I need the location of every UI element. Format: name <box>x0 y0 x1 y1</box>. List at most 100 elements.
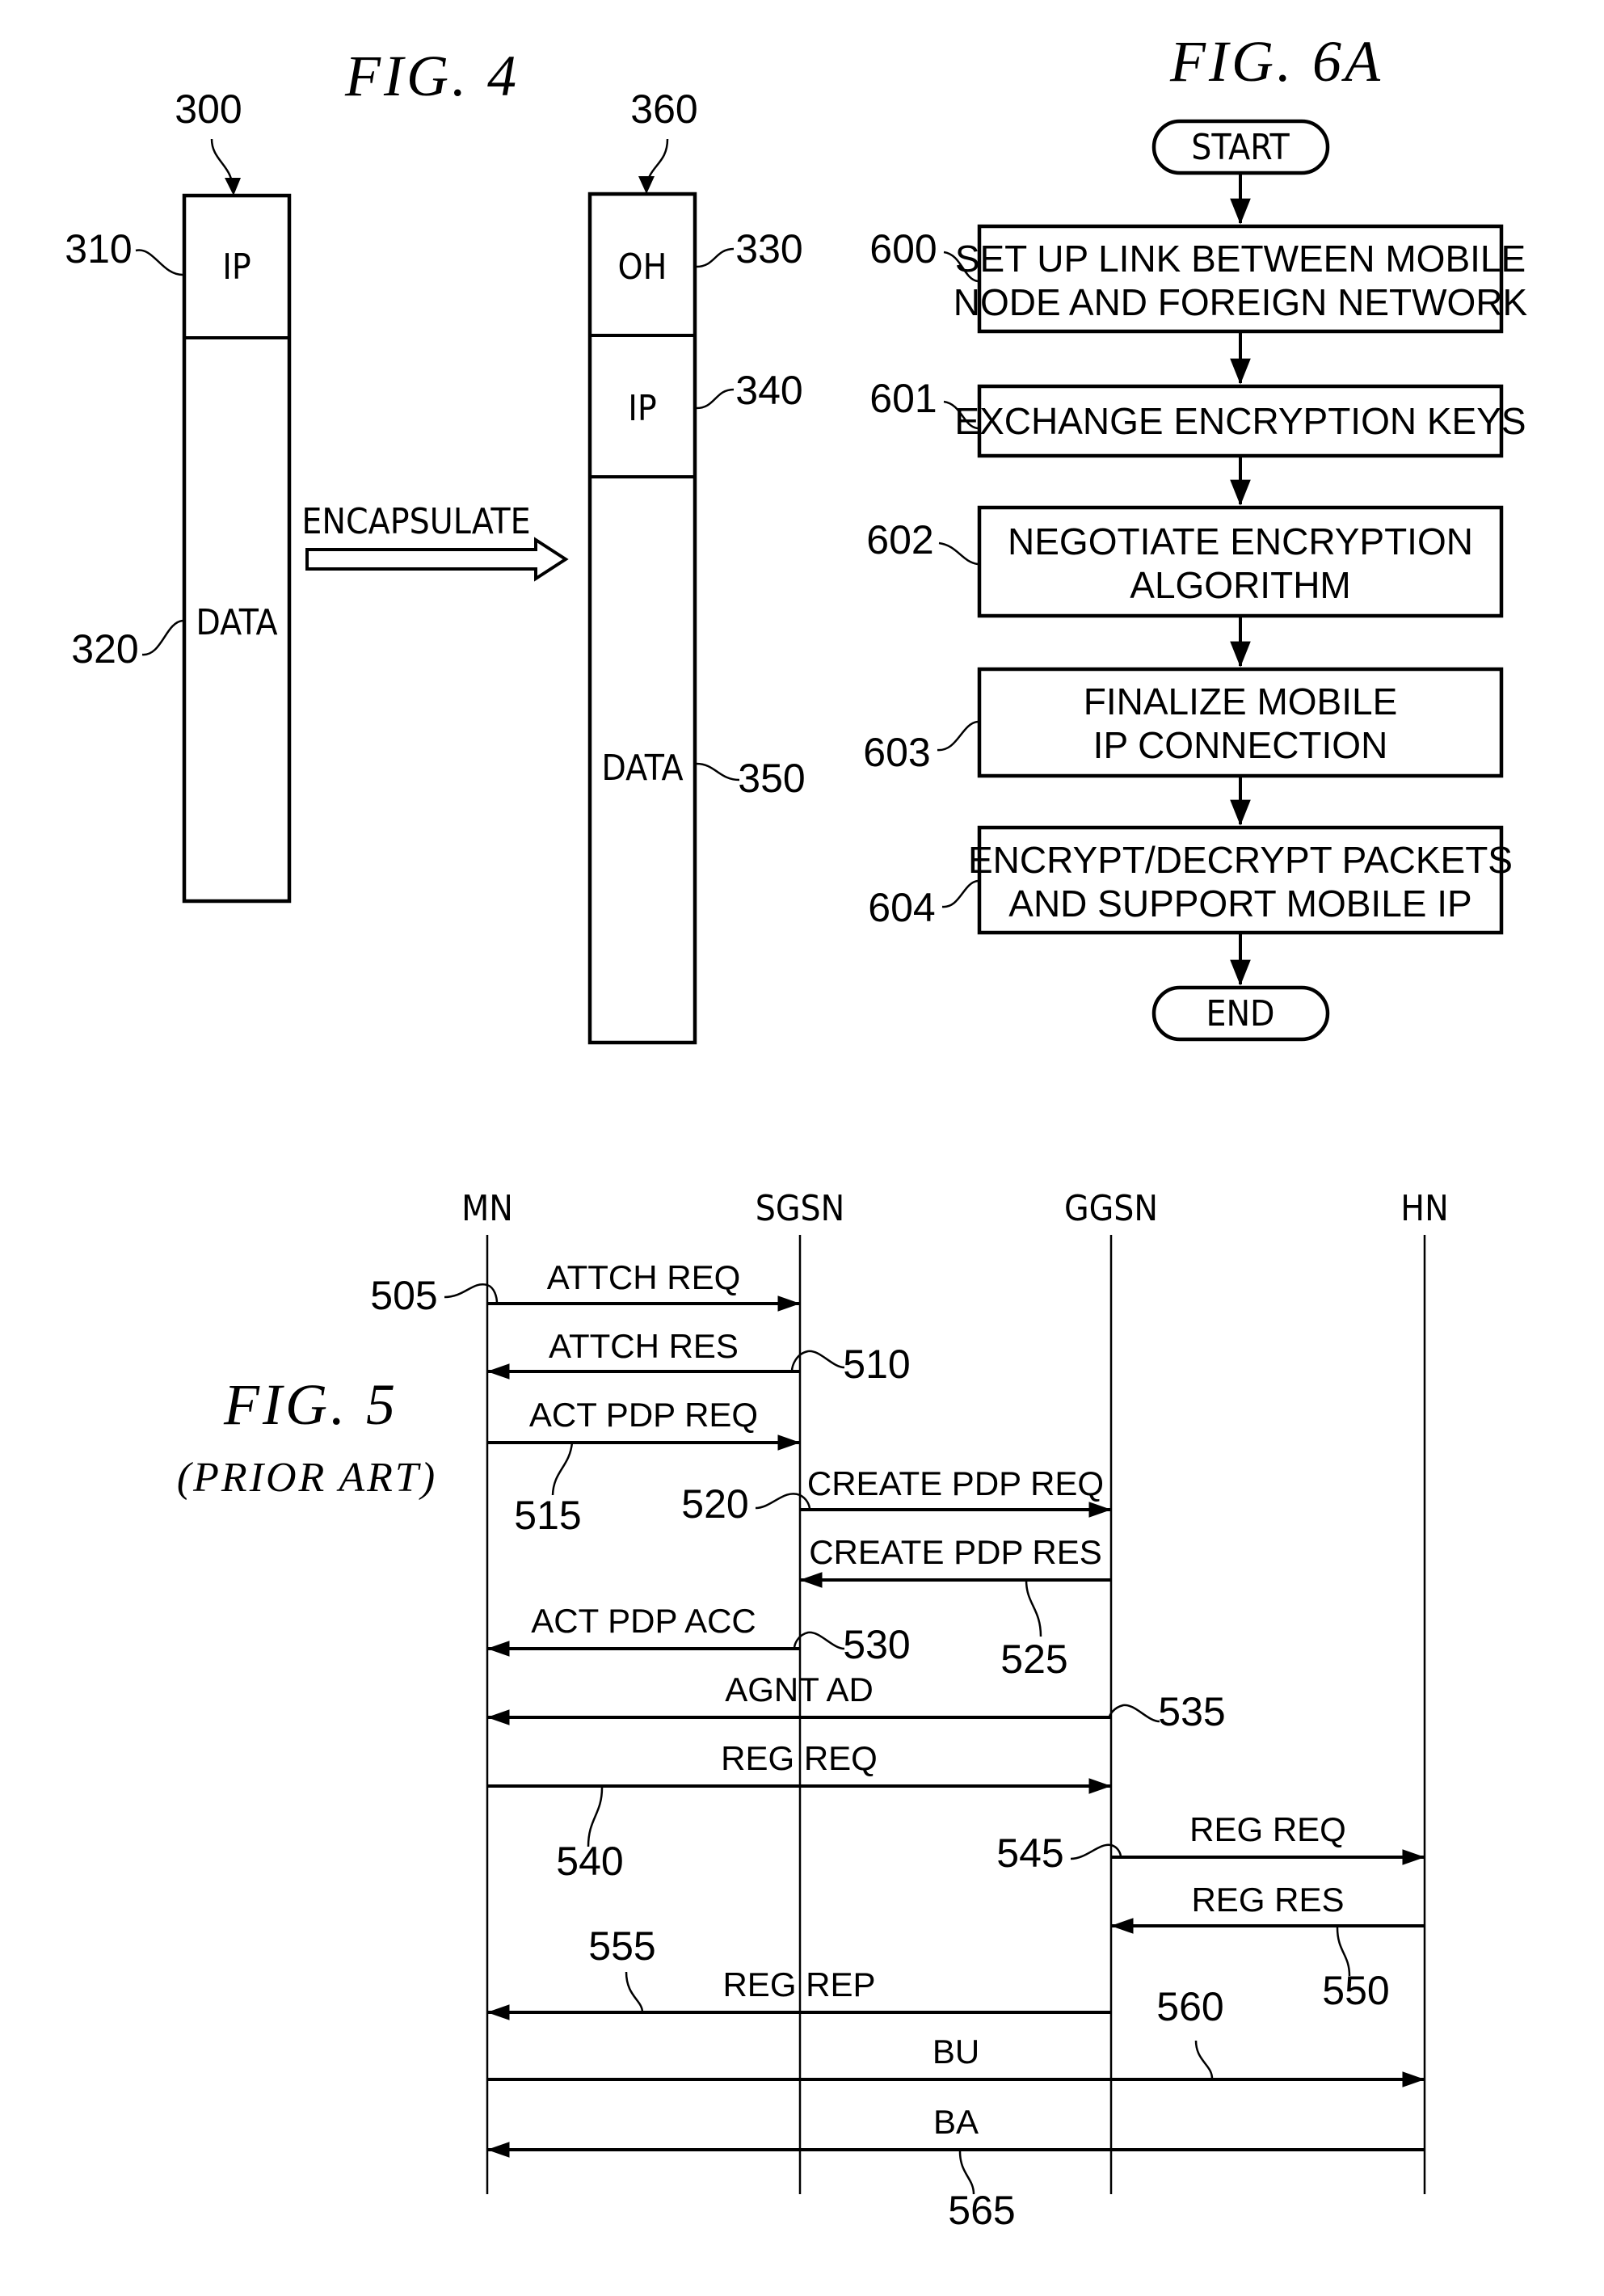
leader-530 <box>793 1631 845 1650</box>
leader-525 <box>1025 1579 1042 1637</box>
message-label: ATTCH RES <box>549 1327 739 1365</box>
ref-550: 550 <box>1322 1968 1389 2013</box>
message-label: REG REQ <box>1189 1810 1346 1848</box>
patent-drawing-sheet: FIG. 4 300 IP DATA 310 320 ENCAPSULATE 3… <box>65 29 1528 2233</box>
leader-560 <box>1194 2040 1214 2079</box>
leader-602 <box>938 541 979 566</box>
ref-520: 520 <box>681 1481 748 1527</box>
message-label: REG RES <box>1191 1881 1344 1919</box>
outer-header-oh-label: OH <box>618 246 667 288</box>
payload-data-label: DATA <box>196 602 277 643</box>
header-ip-label: IP <box>222 246 251 288</box>
message-label: CREATE PDP RES <box>809 1533 1102 1571</box>
ref-604: 604 <box>868 885 935 930</box>
ref-545: 545 <box>996 1830 1063 1876</box>
leader-515 <box>551 1442 574 1496</box>
leader-555 <box>625 1971 644 2013</box>
ref-565: 565 <box>948 2188 1015 2233</box>
encapsulate-arrow-shape <box>305 537 569 582</box>
fig6a-title: FIG. 6A <box>1169 29 1383 94</box>
ref-330: 330 <box>735 226 802 272</box>
step-601-line-1: EXCHANGE ENCRYPTION KEYS <box>954 400 1526 442</box>
ref-340: 340 <box>735 368 802 413</box>
leader-330 <box>696 247 735 268</box>
ref-360: 360 <box>630 86 697 132</box>
ref-530: 530 <box>843 1622 910 1667</box>
fig5-title: FIG. 5 <box>223 1372 398 1437</box>
ref-600: 600 <box>869 226 937 272</box>
leader-604 <box>941 879 979 908</box>
step-602-line-2: ALGORITHM <box>1130 564 1350 606</box>
message-label: REG REP <box>722 1965 875 2003</box>
step-604-line-1: ENCRYPT/DECRYPT PACKETS <box>968 839 1513 881</box>
lifeline-header-hn: HN <box>1400 1188 1448 1229</box>
leader-320 <box>141 619 183 656</box>
ref-601: 601 <box>869 376 937 421</box>
leader-603 <box>937 720 979 752</box>
ref-300: 300 <box>175 86 242 132</box>
message-arrows: ATTCH REQ 505 ATTCH RES 510 ACT PDP REQ 515 CR… <box>370 1258 1425 2233</box>
message-535: AGNT AD 535 <box>486 1670 1226 1734</box>
lifeline-header-ggsn: GGSN <box>1064 1188 1158 1229</box>
ref-560: 560 <box>1156 1984 1223 2029</box>
ref-515: 515 <box>514 1493 581 1538</box>
message-label: AGNT AD <box>725 1670 874 1708</box>
message-565: BA 565 <box>486 2103 1425 2233</box>
message-label: ACT PDP REQ <box>529 1396 758 1434</box>
start-label: START <box>1191 127 1290 168</box>
message-label: CREATE PDP REQ <box>807 1464 1104 1502</box>
leader-310 <box>135 249 183 276</box>
message-515: ACT PDP REQ 515 <box>487 1396 801 1538</box>
fig5: FIG. 5 (PRIOR ART) MN SGSN GGSN HN ATTCH RE… <box>177 1188 1449 2233</box>
end-label: END <box>1206 993 1274 1034</box>
ref-535: 535 <box>1158 1689 1225 1734</box>
step-603-line-2: IP CONNECTION <box>1093 724 1388 766</box>
step-600-line-2: NODE AND FOREIGN NETWORK <box>954 281 1528 323</box>
leader-505 <box>444 1283 499 1304</box>
message-505: ATTCH REQ 505 <box>370 1258 801 1318</box>
leader-360-arrowhead <box>638 176 655 194</box>
message-545: REG REQ 545 <box>996 1810 1425 1876</box>
original-packet: 300 IP DATA 310 320 <box>65 86 292 904</box>
message-520: CREATE PDP REQ 520 <box>681 1464 1112 1527</box>
leader-350 <box>696 762 740 781</box>
fig6a: FIG. 6A START SET UP LINK BETWEEN MOBILE… <box>863 29 1528 1042</box>
step-603-line-1: FINALIZE MOBILE <box>1084 680 1398 723</box>
encapsulate-label: ENCAPSULATE <box>301 501 530 542</box>
step-600-line-1: SET UP LINK BETWEEN MOBILE <box>955 238 1526 280</box>
fig4-title: FIG. 4 <box>344 44 520 108</box>
message-510: ATTCH RES 510 <box>486 1327 911 1387</box>
leader-300-arrowhead <box>225 178 241 196</box>
message-530: ACT PDP ACC 530 <box>486 1602 911 1667</box>
ref-505: 505 <box>370 1273 437 1318</box>
ref-350: 350 <box>738 756 805 801</box>
packet-300-outline <box>182 193 292 904</box>
message-label: BA <box>933 2103 979 2141</box>
fig5-subtitle: (PRIOR ART) <box>177 1455 437 1501</box>
step-602-line-1: NEGOTIATE ENCRYPTION <box>1008 520 1473 562</box>
ref-602: 602 <box>866 517 933 562</box>
leader-535 <box>1108 1704 1160 1723</box>
ref-603: 603 <box>863 730 930 775</box>
payload-data-label-2: DATA <box>601 748 683 789</box>
message-label: REG REQ <box>721 1739 878 1777</box>
encapsulated-packet: 360 OH IP DATA 330 340 350 <box>587 86 806 1045</box>
ref-540: 540 <box>556 1839 623 1884</box>
message-label: ATTCH REQ <box>547 1258 741 1296</box>
lifeline-header-sgsn: SGSN <box>756 1188 845 1229</box>
message-label: BU <box>933 2033 979 2071</box>
fig4: FIG. 4 300 IP DATA 310 320 ENCAPSULATE 3… <box>65 44 806 1045</box>
leader-340 <box>696 388 735 410</box>
lifeline-header-mn: MN <box>461 1188 513 1229</box>
ref-555: 555 <box>588 1923 655 1969</box>
message-label: ACT PDP ACC <box>531 1602 756 1640</box>
leader-520 <box>755 1493 811 1510</box>
ref-320: 320 <box>71 626 138 672</box>
ref-525: 525 <box>1000 1637 1067 1682</box>
message-560: BU 560 <box>487 1984 1425 2087</box>
inner-header-ip-label: IP <box>628 388 657 429</box>
ref-310: 310 <box>65 226 132 272</box>
packet-360-outline <box>587 192 697 1045</box>
encapsulate-arrow: ENCAPSULATE <box>301 501 569 582</box>
ref-510: 510 <box>843 1342 910 1387</box>
